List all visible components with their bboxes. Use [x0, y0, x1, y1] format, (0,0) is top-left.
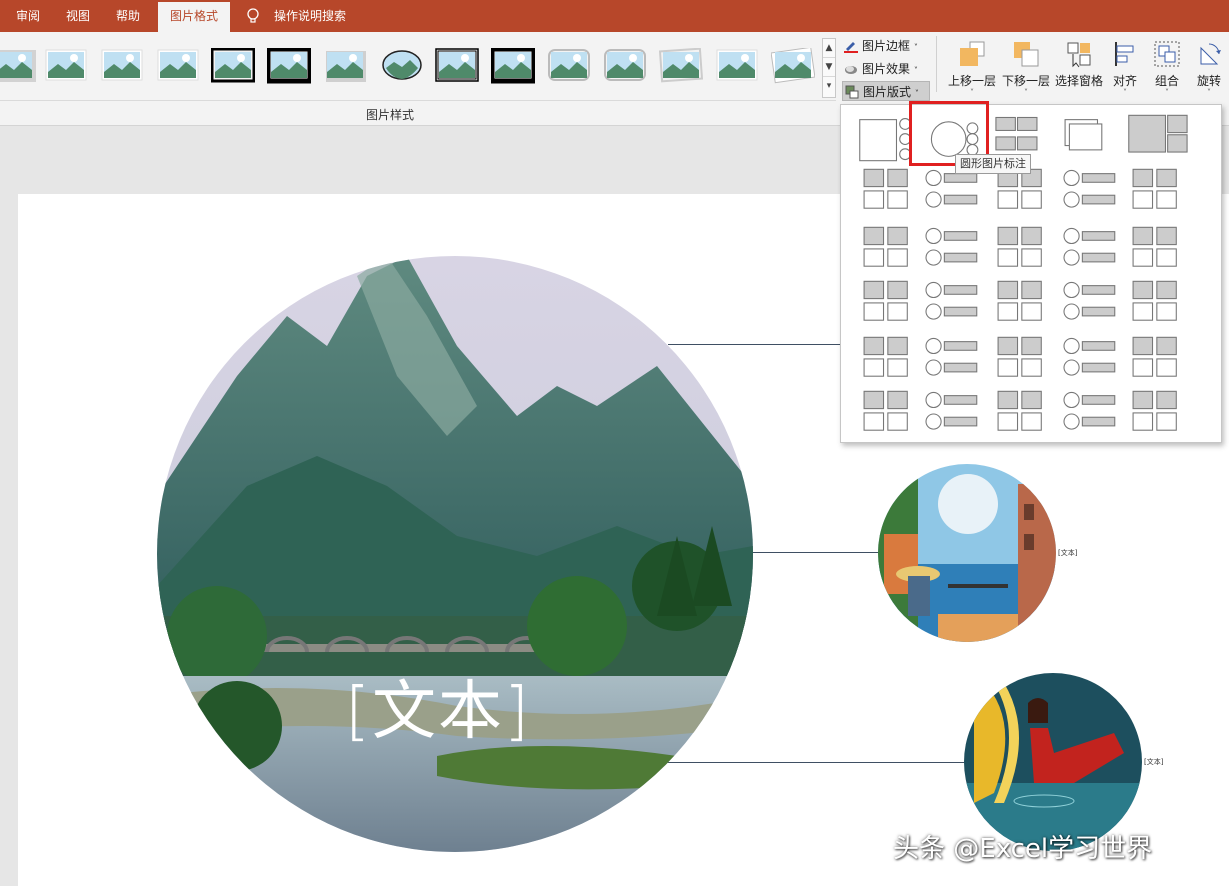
- layout-option[interactable]: [1058, 333, 1124, 387]
- picture-style-thumb[interactable]: [491, 48, 535, 84]
- bring-forward-button[interactable]: 上移一层 ˅: [944, 36, 1000, 98]
- connector-line: [748, 552, 878, 553]
- picture-layout-dropdown: [840, 104, 1222, 443]
- layout-option[interactable]: [920, 333, 986, 387]
- align-button[interactable]: 对齐 ˅: [1108, 36, 1142, 98]
- picture-style-thumb[interactable]: [156, 48, 200, 84]
- chevron-down-icon: ˅: [1207, 88, 1211, 97]
- picture-style-thumb[interactable]: [44, 48, 88, 84]
- bring-forward-icon: [960, 41, 985, 66]
- callout-text-1[interactable]: [文本]: [1058, 548, 1077, 558]
- picture-style-thumb[interactable]: [603, 48, 647, 84]
- picture-style-thumb[interactable]: [659, 48, 703, 84]
- layout-tooltip: 圆形图片标注: [955, 154, 1031, 174]
- send-backward-button[interactable]: 下移一层 ˅: [998, 36, 1054, 98]
- picture-style-thumb[interactable]: [0, 48, 36, 84]
- selection-pane-icon: [1067, 42, 1091, 68]
- gallery-scroll-up-icon[interactable]: ▲: [823, 39, 835, 58]
- layout-option[interactable]: [1058, 223, 1124, 277]
- picture-style-thumb[interactable]: [267, 48, 311, 84]
- picture-border-label: 图片边框: [862, 39, 911, 53]
- watermark: 头条 @Excel学习世界: [893, 834, 1153, 864]
- layout-option[interactable]: [857, 333, 923, 387]
- picture-border-button[interactable]: 图片边框 ˅: [842, 36, 918, 56]
- picture-style-thumb[interactable]: [771, 48, 815, 84]
- chevron-down-icon: ˅: [1165, 88, 1169, 97]
- picture-effects-label: 图片效果: [862, 62, 911, 76]
- rotate-icon: [1200, 43, 1221, 65]
- group-button[interactable]: 组合 ˅: [1150, 36, 1184, 98]
- illustration-circle-girl[interactable]: [964, 673, 1142, 851]
- layout-option[interactable]: [920, 277, 986, 331]
- selection-pane-button[interactable]: 选择窗格: [1052, 36, 1106, 98]
- layout-option[interactable]: [1126, 333, 1192, 387]
- layout-option[interactable]: [1126, 111, 1192, 165]
- tab-view[interactable]: 视图: [58, 0, 98, 32]
- lightbulb-icon: [247, 8, 259, 23]
- callout-text-2[interactable]: [文本]: [1144, 757, 1163, 767]
- layout-option[interactable]: [1058, 165, 1124, 219]
- picture-layout-button[interactable]: 图片版式 ˅: [842, 81, 930, 101]
- picture-layout-label: 图片版式: [863, 85, 912, 99]
- picture-effects-button[interactable]: 图片效果 ˅: [842, 59, 918, 79]
- bring-forward-label: 上移一层: [947, 74, 996, 88]
- picture-style-thumb[interactable]: [715, 48, 759, 84]
- align-label: 对齐: [1112, 74, 1137, 88]
- picture-style-thumb[interactable]: [211, 48, 255, 84]
- main-circle-text[interactable]: [文本]: [345, 660, 531, 752]
- gallery-more-icon[interactable]: ▾: [823, 77, 835, 96]
- layout-option[interactable]: [1126, 387, 1192, 441]
- connector-line: [656, 762, 964, 763]
- ribbon-separator: [936, 36, 937, 92]
- tab-picture-format[interactable]: 图片格式: [158, 2, 230, 32]
- rotate-label: 旋转: [1196, 74, 1221, 88]
- layout-option[interactable]: [1058, 111, 1124, 165]
- send-backward-icon: [1014, 42, 1039, 67]
- align-icon: [1115, 42, 1134, 66]
- send-backward-label: 下移一层: [1001, 74, 1050, 88]
- chevron-down-icon: ˅: [970, 88, 974, 97]
- chevron-down-icon: ˅: [1123, 88, 1127, 97]
- layout-option[interactable]: [1058, 387, 1124, 441]
- effects-icon: [845, 66, 857, 74]
- layout-option[interactable]: [991, 223, 1057, 277]
- selection-pane-label: 选择窗格: [1054, 74, 1103, 88]
- picture-style-thumb[interactable]: [435, 48, 479, 84]
- illustration-circle-seaside[interactable]: [878, 464, 1056, 642]
- layout-option[interactable]: [857, 165, 923, 219]
- group-divider: [0, 100, 836, 101]
- gallery-scroll-down-icon[interactable]: ▼: [823, 58, 835, 77]
- connector-line: [668, 344, 840, 345]
- picture-style-thumb[interactable]: [323, 48, 367, 84]
- rotate-button[interactable]: 旋转 ˅: [1192, 36, 1226, 98]
- group-icon: [1154, 41, 1180, 67]
- layout-option[interactable]: [857, 223, 923, 277]
- layout-option[interactable]: [1126, 277, 1192, 331]
- layout-option[interactable]: [857, 387, 923, 441]
- layout-option[interactable]: [991, 277, 1057, 331]
- layout-option[interactable]: [991, 333, 1057, 387]
- picture-style-thumb[interactable]: [100, 48, 144, 84]
- tab-review[interactable]: 审阅: [8, 0, 48, 32]
- layout-option[interactable]: [1126, 223, 1192, 277]
- group-label: 组合: [1154, 74, 1179, 88]
- layout-option[interactable]: [920, 223, 986, 277]
- picture-style-thumb[interactable]: [547, 48, 591, 84]
- layout-option[interactable]: [857, 277, 923, 331]
- picture-styles-group-label: 图片样式: [365, 108, 414, 122]
- pen-border-icon: [844, 42, 858, 53]
- layout-option[interactable]: [1058, 277, 1124, 331]
- picture-style-thumb[interactable]: [380, 48, 424, 84]
- gallery-scrollbar[interactable]: ▲ ▼ ▾: [822, 38, 836, 98]
- tell-me-search[interactable]: 操作说明搜索: [266, 0, 354, 32]
- layout-option[interactable]: [1126, 165, 1192, 219]
- main-circle-photo[interactable]: [157, 256, 753, 852]
- chevron-down-icon: ˅: [1024, 88, 1028, 97]
- ribbon-tab-bar: 审阅 视图 帮助 图片格式 操作说明搜索: [0, 0, 1229, 32]
- picture-styles-gallery[interactable]: [0, 38, 822, 98]
- layout-option[interactable]: [920, 387, 986, 441]
- layout-icon: [845, 85, 859, 99]
- tab-help[interactable]: 帮助: [108, 0, 148, 32]
- layout-option[interactable]: [991, 387, 1057, 441]
